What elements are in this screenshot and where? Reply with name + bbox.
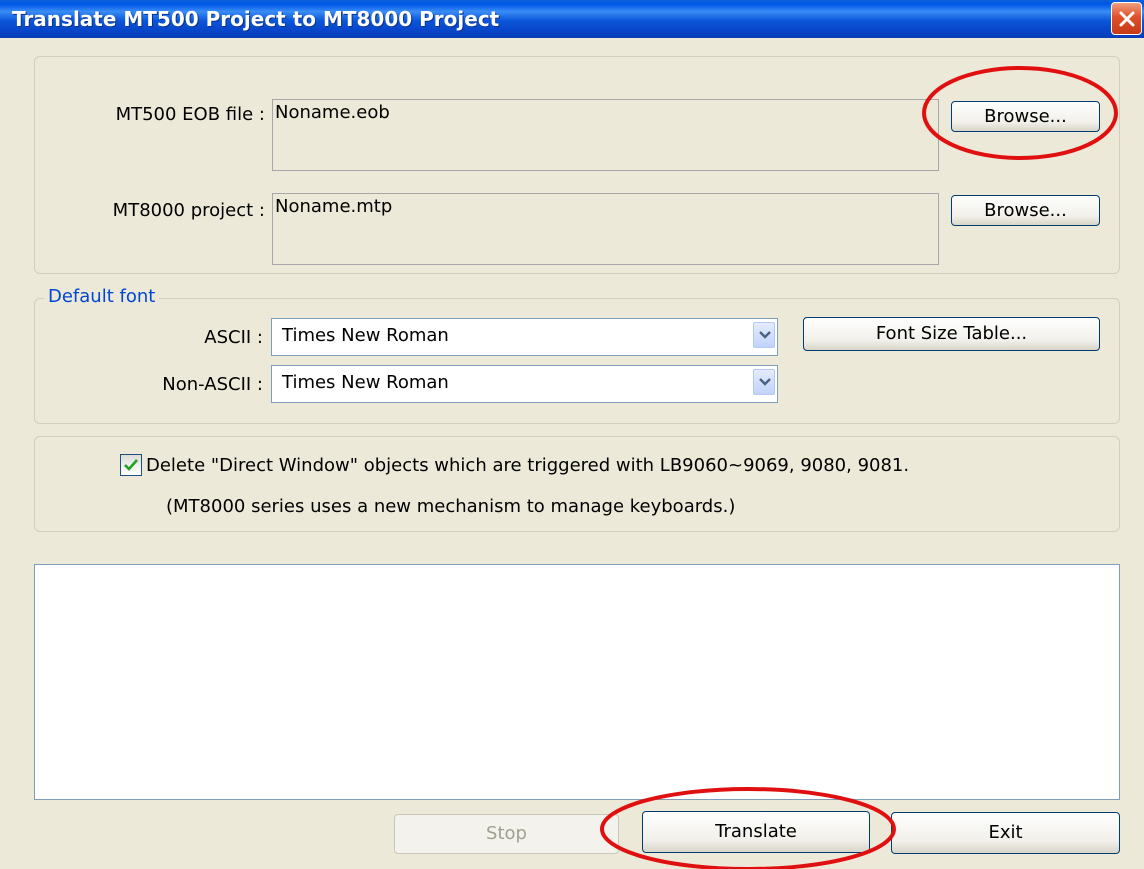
browse-mtp-button[interactable]: Browse... (951, 195, 1100, 226)
mtp-project-value: Noname.mtp (275, 196, 393, 217)
ascii-dropdown-button[interactable] (753, 322, 775, 348)
browse-mtp-label: Browse... (984, 200, 1067, 221)
title-bar: Translate MT500 Project to MT8000 Projec… (0, 0, 1144, 38)
mtp-project-field: Noname.mtp (272, 193, 939, 265)
browse-eob-label: Browse... (984, 106, 1067, 127)
close-icon (1119, 11, 1135, 27)
ascii-font-select[interactable]: Times New Roman (271, 318, 778, 356)
window-title: Translate MT500 Project to MT8000 Projec… (12, 7, 500, 31)
ascii-label: ASCII : (204, 327, 263, 348)
exit-label: Exit (988, 822, 1023, 843)
browse-eob-button[interactable]: Browse... (951, 101, 1100, 132)
non-ascii-font-value: Times New Roman (282, 372, 449, 393)
non-ascii-dropdown-button[interactable] (753, 369, 775, 395)
font-size-table-button[interactable]: Font Size Table... (803, 317, 1100, 351)
delete-direct-window-label[interactable]: Delete "Direct Window" objects which are… (146, 455, 909, 476)
translate-label: Translate (715, 821, 797, 842)
non-ascii-font-select[interactable]: Times New Roman (271, 365, 778, 403)
chevron-down-icon (759, 331, 771, 339)
exit-button[interactable]: Exit (891, 812, 1120, 854)
stop-label: Stop (486, 823, 527, 844)
non-ascii-label: Non-ASCII : (162, 374, 263, 395)
eob-file-label: MT500 EOB file : (115, 104, 265, 125)
eob-file-field: Noname.eob (272, 99, 939, 171)
font-size-table-label: Font Size Table... (875, 323, 1028, 344)
delete-direct-window-checkbox[interactable] (120, 454, 142, 476)
eob-file-value: Noname.eob (275, 102, 390, 123)
close-button[interactable] (1111, 2, 1142, 35)
translate-dialog: Translate MT500 Project to MT8000 Projec… (0, 0, 1144, 869)
ascii-font-value: Times New Roman (282, 325, 449, 346)
checkmark-icon (124, 459, 138, 471)
log-output-area[interactable] (34, 564, 1120, 800)
mtp-project-label: MT8000 project : (112, 200, 265, 221)
translate-button[interactable]: Translate (642, 811, 870, 853)
keyboard-mechanism-note: (MT8000 series uses a new mechanism to m… (166, 496, 736, 517)
default-font-legend: Default font (44, 286, 160, 307)
stop-button: Stop (394, 814, 619, 854)
chevron-down-icon (759, 378, 771, 386)
options-group (34, 436, 1120, 532)
